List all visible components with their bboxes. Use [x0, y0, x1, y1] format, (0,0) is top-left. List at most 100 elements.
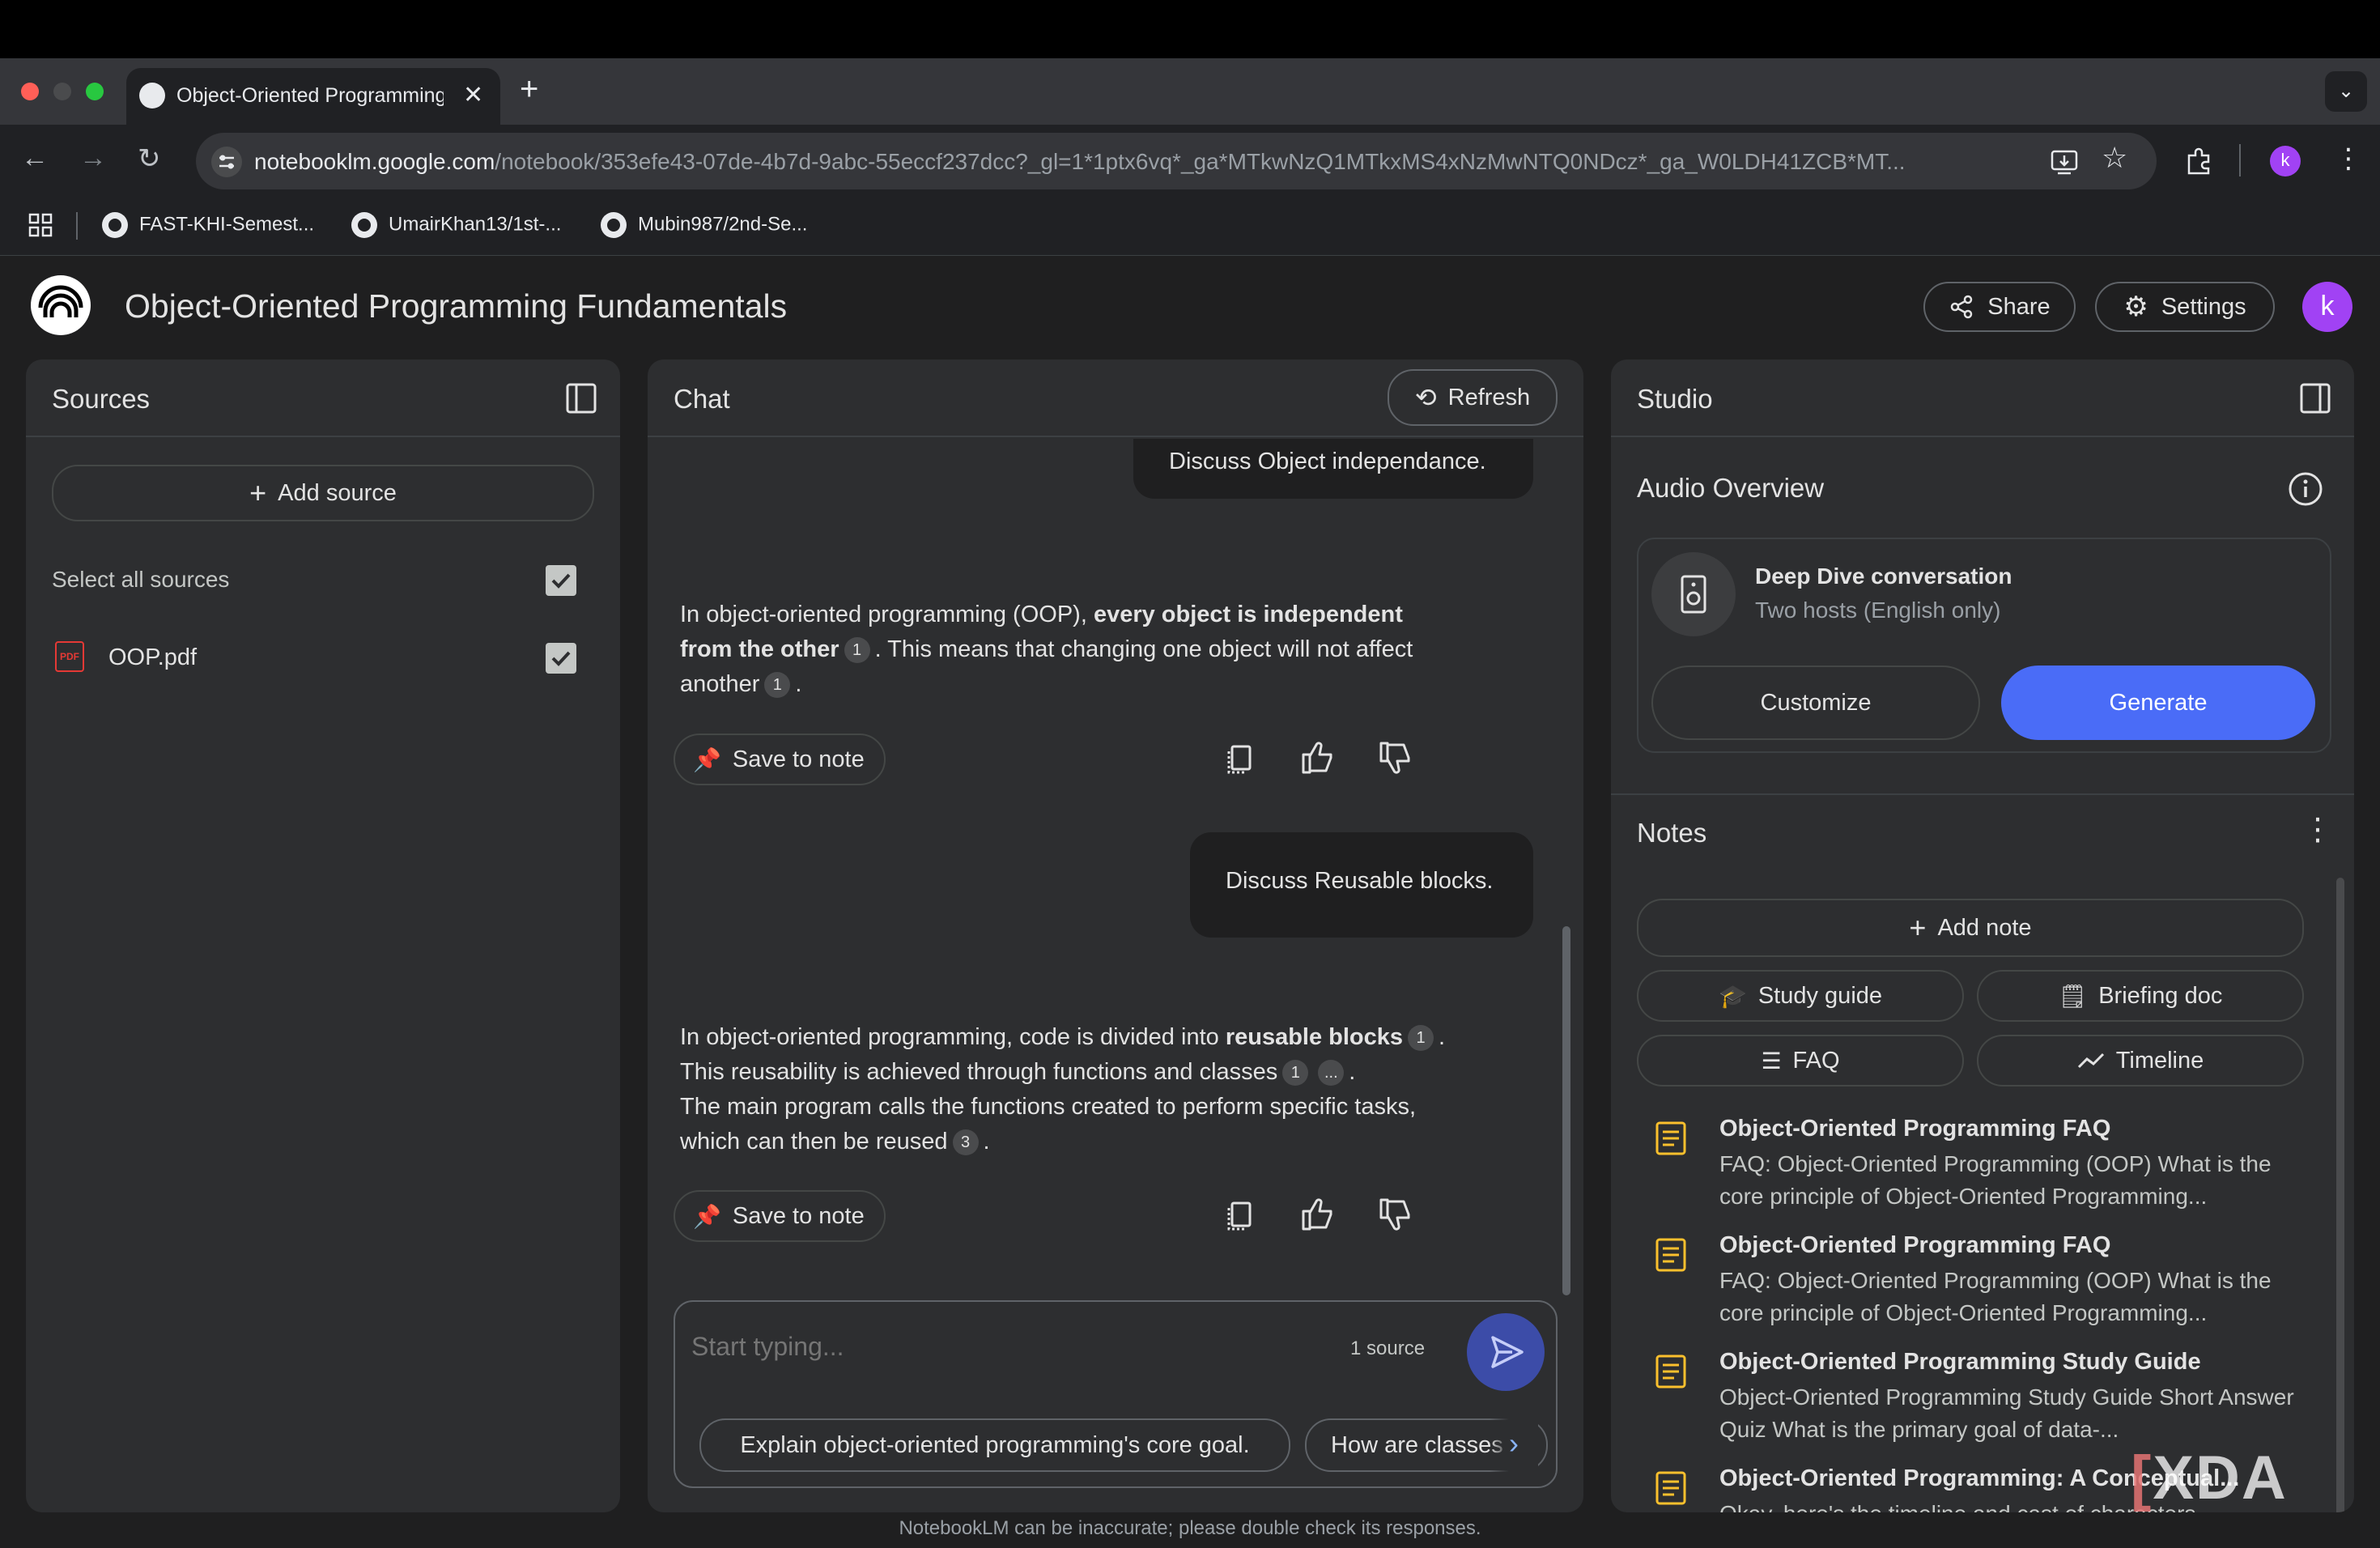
- toolbar-divider: [2239, 144, 2241, 176]
- chat-scrollbar[interactable]: [1562, 926, 1570, 1295]
- timeline-icon: [2077, 1053, 2104, 1069]
- refresh-icon: ⟲: [1414, 383, 1437, 412]
- thumbs-down-icon[interactable]: [1373, 735, 1418, 780]
- refresh-label: Refresh: [1447, 384, 1531, 410]
- apps-grid-icon[interactable]: [28, 212, 53, 238]
- source-item-checkbox[interactable]: [546, 643, 576, 674]
- chat-title: Chat: [674, 384, 730, 414]
- chat-message-list[interactable]: Discuss Object independance. In object-o…: [648, 439, 1583, 1248]
- sources-title: Sources: [52, 384, 151, 414]
- collapse-panel-icon[interactable]: [2299, 382, 2331, 415]
- profile-avatar[interactable]: k: [2270, 146, 2301, 176]
- window-close-button[interactable]: [21, 83, 39, 100]
- chat-input[interactable]: [691, 1318, 1307, 1375]
- extensions-puzzle-icon[interactable]: [2184, 146, 2215, 176]
- share-button[interactable]: Share: [1923, 282, 2076, 332]
- address-bar[interactable]: notebooklm.google.com/notebook/353efe43-…: [196, 133, 2157, 189]
- citation-chip[interactable]: 3: [952, 1129, 979, 1156]
- suggestion-label: How are classes: [1331, 1431, 1503, 1458]
- faq-icon: ☰: [1761, 1048, 1782, 1074]
- site-settings-icon[interactable]: [210, 146, 243, 178]
- generate-button[interactable]: Generate: [2001, 666, 2315, 740]
- account-avatar[interactable]: k: [2302, 282, 2352, 332]
- new-tab-icon[interactable]: +: [520, 71, 538, 108]
- user-message-text: Discuss Reusable blocks.: [1226, 868, 1494, 894]
- gear-icon: ⚙: [2123, 291, 2148, 322]
- select-all-checkbox[interactable]: [546, 565, 576, 596]
- note-icon: [1655, 1121, 1686, 1155]
- url-text: notebooklm.google.com/notebook/353efe43-…: [254, 149, 1906, 174]
- browser-tab-active[interactable]: Object-Oriented Programming Fundamentals…: [126, 68, 500, 125]
- citation-chip[interactable]: 1: [1282, 1060, 1309, 1087]
- audio-card-title: Deep Dive conversation: [1755, 563, 2012, 589]
- reload-icon[interactable]: ↻: [138, 142, 161, 175]
- add-note-button[interactable]: + Add note: [1637, 899, 2304, 957]
- save-to-note-label: Save to note: [732, 746, 865, 772]
- timeline-label: Timeline: [2115, 1047, 2204, 1074]
- pin-icon: 📌: [693, 746, 721, 772]
- study-guide-button[interactable]: 🎓 Study guide: [1637, 970, 1964, 1022]
- note-item[interactable]: Object-Oriented Programming FAQ FAQ: Obj…: [1655, 1232, 2318, 1346]
- thumbs-up-icon[interactable]: [1295, 735, 1341, 780]
- studio-title: Studio: [1637, 384, 1713, 414]
- audio-overview-card: Deep Dive conversation Two hosts (Englis…: [1637, 538, 2331, 753]
- note-preview: FAQ: Object-Oriented Programming (OOP) W…: [1719, 1268, 2272, 1325]
- chat-panel-header: Chat ⟲ Refresh: [648, 359, 1583, 437]
- notes-scrollbar-track[interactable]: [2336, 878, 2344, 1512]
- notebooklm-logo-icon[interactable]: [31, 275, 91, 335]
- bookmark-star-icon[interactable]: ☆: [2102, 141, 2127, 175]
- xda-watermark: [XDA: [2131, 1444, 2288, 1512]
- bookmark-item[interactable]: FAST-KHI-Semest...: [102, 212, 314, 238]
- bookmarks-divider: [76, 212, 78, 240]
- tab-search-chevron-icon[interactable]: ⌄: [2325, 71, 2367, 112]
- window-maximize-button[interactable]: [86, 83, 104, 100]
- note-item[interactable]: Object-Oriented Programming FAQ FAQ: Obj…: [1655, 1116, 2318, 1229]
- suggestions-next-chevron-icon[interactable]: ›: [1490, 1418, 1538, 1472]
- faq-label: FAQ: [1792, 1047, 1840, 1074]
- forward-arrow-icon[interactable]: →: [79, 142, 107, 174]
- source-count-label: 1 source: [1350, 1337, 1426, 1359]
- copy-icon[interactable]: [1218, 1193, 1263, 1239]
- save-to-note-button[interactable]: 📌 Save to note: [674, 1190, 886, 1242]
- add-source-button[interactable]: + Add source: [52, 465, 594, 521]
- source-item-name[interactable]: OOP.pdf: [108, 644, 197, 671]
- send-button[interactable]: [1467, 1313, 1545, 1391]
- study-guide-label: Study guide: [1757, 982, 1883, 1009]
- note-title: Object-Oriented Programming FAQ: [1719, 1232, 2111, 1258]
- thumbs-down-icon[interactable]: [1373, 1192, 1418, 1237]
- studio-panel: Studio Audio Overview Deep Dive conversa…: [1611, 359, 2354, 1512]
- generate-label: Generate: [2109, 689, 2208, 716]
- plus-icon: +: [249, 476, 267, 509]
- notebook-title[interactable]: Object-Oriented Programming Fundamentals: [125, 287, 787, 325]
- collapse-panel-icon[interactable]: [565, 382, 597, 415]
- briefing-doc-button[interactable]: 🗒 Briefing doc: [1977, 970, 2304, 1022]
- citation-chip[interactable]: 1: [764, 672, 791, 699]
- install-app-icon[interactable]: [2050, 147, 2079, 176]
- info-icon[interactable]: [2288, 471, 2323, 507]
- thumbs-up-icon[interactable]: [1295, 1192, 1341, 1237]
- share-label: Share: [1987, 293, 2051, 320]
- github-icon: [351, 212, 377, 238]
- bookmark-item[interactable]: UmairKhan13/1st-...: [351, 212, 561, 238]
- citation-chip[interactable]: ...: [1318, 1060, 1345, 1087]
- citation-chip[interactable]: 1: [1408, 1025, 1434, 1052]
- faq-button[interactable]: ☰ FAQ: [1637, 1035, 1964, 1087]
- notes-more-icon[interactable]: ⋮: [2302, 811, 2333, 848]
- copy-icon[interactable]: [1218, 737, 1263, 782]
- suggestion-chip[interactable]: Explain object-oriented programming's co…: [699, 1418, 1290, 1472]
- browser-menu-icon[interactable]: ⋮: [2335, 142, 2362, 175]
- customize-button[interactable]: Customize: [1651, 666, 1980, 740]
- timeline-button[interactable]: Timeline: [1977, 1035, 2304, 1087]
- pin-icon: 📌: [693, 1203, 721, 1229]
- disclaimer-footer: NotebookLM can be inaccurate; please dou…: [899, 1517, 1481, 1539]
- bookmark-item[interactable]: Mubin987/2nd-Se...: [601, 212, 807, 238]
- close-tab-icon[interactable]: ✕: [463, 81, 483, 109]
- sources-panel: Sources + Add source Select all sources …: [26, 359, 620, 1512]
- refresh-button[interactable]: ⟲ Refresh: [1388, 369, 1558, 426]
- settings-button[interactable]: ⚙ Settings: [2095, 282, 2275, 332]
- back-arrow-icon[interactable]: ←: [21, 142, 49, 174]
- window-minimize-button[interactable]: [53, 83, 71, 100]
- save-to-note-button[interactable]: 📌 Save to note: [674, 734, 886, 785]
- document-icon: 🗒: [2058, 983, 2088, 1009]
- citation-chip[interactable]: 1: [844, 637, 870, 664]
